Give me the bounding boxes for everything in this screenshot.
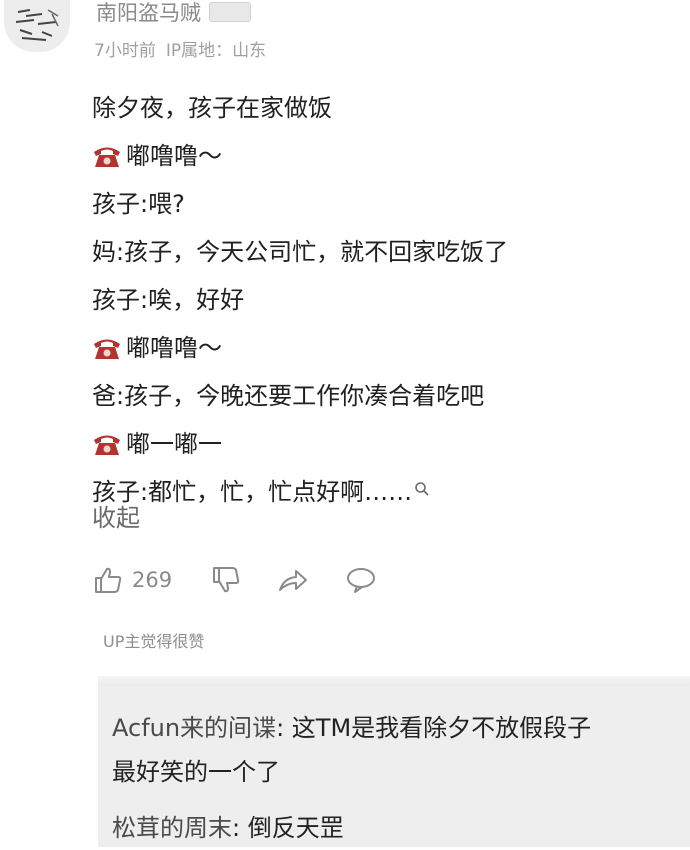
comment-line: 孩子:都忙，忙，忙点好啊…… xyxy=(92,468,682,516)
reply-colon: : xyxy=(276,714,292,742)
reply-item: Acfun来的间谍: 这TM是我看除夕不放假段子 xyxy=(112,706,591,750)
comment-line-text: 孩子:都忙，忙，忙点好啊…… xyxy=(92,478,413,506)
comment-line: 孩子:喂? xyxy=(92,180,682,228)
avatar[interactable] xyxy=(4,0,70,52)
comment-line-text: 爸:孩子，今晚还要工作你凑合着吃吧 xyxy=(92,382,485,410)
reply-text: 这TM是我看除夕不放假段子 xyxy=(291,714,592,742)
comment-line: 爸:孩子，今晚还要工作你凑合着吃吧 xyxy=(92,372,682,420)
thumbs-up-icon xyxy=(95,567,122,593)
comment-body: 除夕夜，孩子在家做饭 嘟噜噜～ 孩子:喂? 妈:孩子，今天公司忙，就不回家吃饭了… xyxy=(92,84,682,516)
level-badge xyxy=(209,2,251,22)
comment-line: 嘟一嘟一 xyxy=(92,420,682,468)
comment-line-text: 孩子:唉，好好 xyxy=(92,286,245,314)
comment-line: 除夕夜，孩子在家做饭 xyxy=(92,84,682,132)
telephone-icon xyxy=(94,435,120,455)
comment-line: 嘟噜噜～ xyxy=(92,132,682,180)
comment-line: 嘟噜噜～ xyxy=(92,324,682,372)
comment-time: 7小时前 xyxy=(94,41,156,61)
comment-meta: 7小时前 IP属地：山东 xyxy=(94,36,266,61)
dislike-button[interactable] xyxy=(210,564,242,596)
up-liked-tag: UP主觉得很赞 xyxy=(103,632,205,651)
comment-line-text: 孩子:喂? xyxy=(92,190,185,218)
comment-line: 妈:孩子，今天公司忙，就不回家吃饭了 xyxy=(92,228,682,276)
reply-list[interactable]: Acfun来的间谍: 这TM是我看除夕不放假段子 最好笑的一个了 松茸的周末: … xyxy=(98,686,690,847)
reply-text: 最好笑的一个了 xyxy=(112,758,280,786)
comment-icon xyxy=(347,568,376,593)
telephone-icon xyxy=(94,339,120,359)
telephone-icon xyxy=(94,147,120,167)
reply-text: 倒反天罡 xyxy=(247,814,344,842)
comment-line-text: 嘟噜噜～ xyxy=(126,142,222,170)
comment-line-text: 除夕夜，孩子在家做饭 xyxy=(92,94,332,122)
reply-item-continuation: 最好笑的一个了 xyxy=(112,750,280,794)
like-button[interactable]: 269 xyxy=(92,564,172,596)
reply-author[interactable]: Acfun来的间谍 xyxy=(112,714,276,742)
avatar-image xyxy=(15,9,59,41)
reply-item: 松茸的周末: 倒反天罡 xyxy=(112,806,344,850)
reply-colon: : xyxy=(232,814,248,842)
reply-button[interactable] xyxy=(344,564,378,596)
comment-actions: 269 xyxy=(92,560,378,600)
comment-line: 孩子:唉，好好 xyxy=(92,276,682,324)
ip-location: IP属地：山东 xyxy=(165,41,267,61)
search-icon[interactable] xyxy=(414,481,430,497)
reply-author[interactable]: 松茸的周末 xyxy=(112,814,232,842)
collapse-link[interactable]: 收起 xyxy=(92,498,140,538)
reply-divider xyxy=(98,676,690,686)
username[interactable]: 南阳盗马贼 xyxy=(96,1,201,25)
comment-line-text: 嘟一嘟一 xyxy=(126,430,222,458)
thumbs-down-icon xyxy=(213,567,240,593)
comment-line-text: 嘟噜噜～ xyxy=(126,334,222,362)
comment-header: 南阳盗马贼 xyxy=(96,0,251,26)
comment-line-text: 妈:孩子，今天公司忙，就不回家吃饭了 xyxy=(92,238,509,266)
share-button[interactable] xyxy=(276,564,310,596)
like-count: 269 xyxy=(132,568,173,592)
share-icon xyxy=(279,570,308,591)
